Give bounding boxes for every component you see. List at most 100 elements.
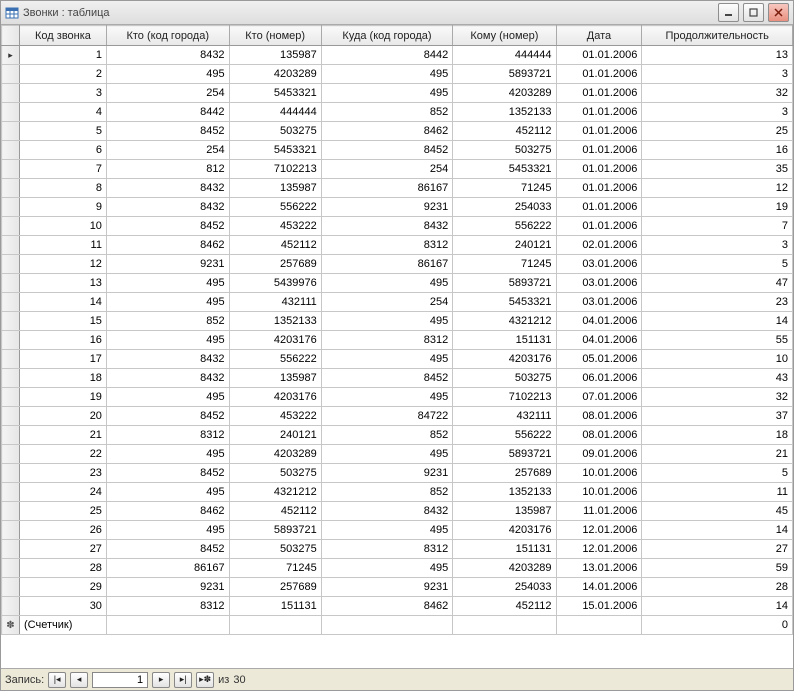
datasheet-area[interactable]: Код звонка Кто (код города) Кто (номер) …	[1, 25, 793, 668]
cell[interactable]: 8312	[106, 426, 229, 445]
cell[interactable]: 9231	[321, 198, 453, 217]
cell[interactable]: 84722	[321, 407, 453, 426]
cell[interactable]: 01.01.2006	[556, 179, 642, 198]
cell[interactable]: 8432	[106, 198, 229, 217]
table-row[interactable]: 308312151131846245211215.01.200614	[2, 597, 793, 616]
row-selector[interactable]	[2, 407, 20, 426]
cell[interactable]: 14.01.2006	[556, 578, 642, 597]
cell[interactable]: 495	[321, 65, 453, 84]
cell[interactable]: 8442	[106, 103, 229, 122]
cell[interactable]: 1352133	[453, 103, 556, 122]
cell[interactable]: 8432	[106, 369, 229, 388]
cell[interactable]: 28	[642, 578, 793, 597]
cell[interactable]: 240121	[229, 426, 321, 445]
row-selector[interactable]	[2, 160, 20, 179]
cell[interactable]: 16	[20, 331, 107, 350]
cell[interactable]: 7102213	[453, 388, 556, 407]
cell[interactable]: 257689	[453, 464, 556, 483]
col-header[interactable]: Кто (код города)	[106, 26, 229, 46]
cell[interactable]: (Счетчик)	[20, 616, 107, 635]
row-selector[interactable]	[2, 103, 20, 122]
cell[interactable]: 8432	[106, 179, 229, 198]
row-selector[interactable]	[2, 578, 20, 597]
cell[interactable]: 503275	[229, 464, 321, 483]
cell[interactable]: 10.01.2006	[556, 483, 642, 502]
cell[interactable]: 04.01.2006	[556, 312, 642, 331]
cell[interactable]: 11	[20, 236, 107, 255]
cell[interactable]: 19	[642, 198, 793, 217]
cell[interactable]	[453, 616, 556, 635]
cell[interactable]: 6	[20, 141, 107, 160]
col-header[interactable]: Дата	[556, 26, 642, 46]
cell[interactable]: 151131	[453, 540, 556, 559]
cell[interactable]: 452112	[229, 502, 321, 521]
table-row[interactable]: 32545453321495420328901.01.200632	[2, 84, 793, 103]
cell[interactable]: 86167	[321, 179, 453, 198]
cell[interactable]: 71245	[229, 559, 321, 578]
cell[interactable]: 7102213	[229, 160, 321, 179]
row-selector[interactable]	[2, 217, 20, 236]
cell[interactable]: 8312	[321, 331, 453, 350]
table-row[interactable]: 238452503275923125768910.01.20065	[2, 464, 793, 483]
cell[interactable]: 25	[642, 122, 793, 141]
cell[interactable]: 26	[20, 521, 107, 540]
table-row[interactable]: 118462452112831224012102.01.20063	[2, 236, 793, 255]
cell[interactable]: 2	[20, 65, 107, 84]
table-row[interactable]: 299231257689923125403314.01.200628	[2, 578, 793, 597]
row-selector[interactable]	[2, 331, 20, 350]
table-row[interactable]: 58452503275846245211201.01.200625	[2, 122, 793, 141]
cell[interactable]: 4203289	[229, 65, 321, 84]
cell[interactable]: 29	[20, 578, 107, 597]
table-row[interactable]: 194954203176495710221307.01.200632	[2, 388, 793, 407]
row-selector[interactable]	[2, 388, 20, 407]
cell[interactable]: 5	[642, 464, 793, 483]
row-selector[interactable]	[2, 236, 20, 255]
row-selector[interactable]	[2, 540, 20, 559]
cell[interactable]: 5453321	[453, 160, 556, 179]
cell[interactable]: 32	[642, 388, 793, 407]
cell[interactable]: 13	[20, 274, 107, 293]
cell[interactable]: 30	[20, 597, 107, 616]
cell[interactable]: 8442	[321, 46, 453, 65]
cell[interactable]: 16	[642, 141, 793, 160]
cell[interactable]: 812	[106, 160, 229, 179]
cell[interactable]: 8452	[321, 141, 453, 160]
table-row[interactable]: 158521352133495432121204.01.200614	[2, 312, 793, 331]
table-row[interactable]: 264955893721495420317612.01.200614	[2, 521, 793, 540]
cell[interactable]: 17	[20, 350, 107, 369]
cell[interactable]: 4203176	[229, 331, 321, 350]
cell[interactable]: 5453321	[229, 141, 321, 160]
cell[interactable]: 1352133	[453, 483, 556, 502]
cell[interactable]: 10	[20, 217, 107, 236]
next-record-button[interactable]: ▸	[152, 672, 170, 688]
cell[interactable]: 23	[20, 464, 107, 483]
row-selector[interactable]	[2, 483, 20, 502]
row-selector[interactable]	[2, 274, 20, 293]
cell[interactable]: 254033	[453, 198, 556, 217]
cell[interactable]	[229, 616, 321, 635]
cell[interactable]: 8452	[106, 217, 229, 236]
cell[interactable]: 495	[321, 521, 453, 540]
cell[interactable]: 453222	[229, 217, 321, 236]
cell[interactable]: 8462	[106, 236, 229, 255]
cell[interactable]: 495	[321, 388, 453, 407]
cell[interactable]: 254033	[453, 578, 556, 597]
table-row[interactable]: 24954203289495589372101.01.20063	[2, 65, 793, 84]
cell[interactable]: 5	[642, 255, 793, 274]
cell[interactable]: 37	[642, 407, 793, 426]
cell[interactable]: 59	[642, 559, 793, 578]
new-record-button[interactable]: ▸✽	[196, 672, 214, 688]
cell[interactable]: 9231	[106, 578, 229, 597]
cell[interactable]: 11	[642, 483, 793, 502]
cell[interactable]: 444444	[229, 103, 321, 122]
cell[interactable]: 495	[106, 521, 229, 540]
cell[interactable]: 254	[106, 141, 229, 160]
cell[interactable]: 7	[20, 160, 107, 179]
cell[interactable]: 8432	[321, 502, 453, 521]
cell[interactable]: 15.01.2006	[556, 597, 642, 616]
cell[interactable]: 495	[106, 274, 229, 293]
cell[interactable]: 254	[321, 160, 453, 179]
cell[interactable]: 01.01.2006	[556, 122, 642, 141]
cell[interactable]: 3	[642, 65, 793, 84]
cell[interactable]: 5453321	[453, 293, 556, 312]
